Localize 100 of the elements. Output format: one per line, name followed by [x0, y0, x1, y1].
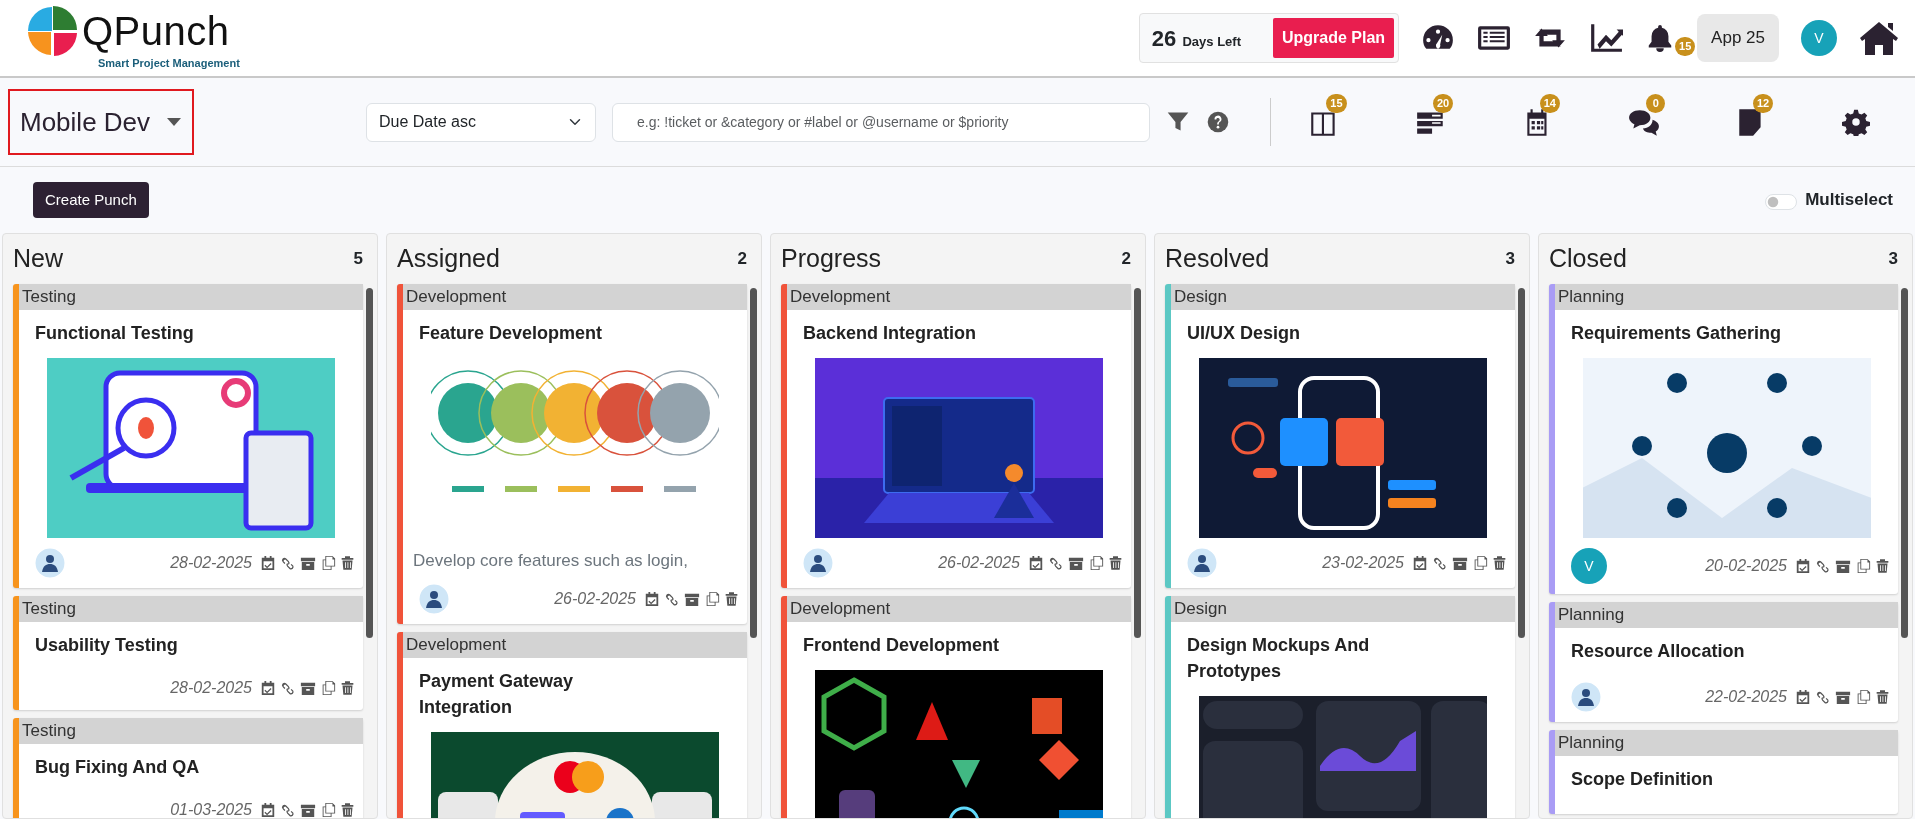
due-date: 20-02-2025 — [1705, 556, 1787, 577]
trash-icon[interactable] — [340, 802, 355, 818]
column-count: 2 — [737, 248, 747, 271]
card-title: Payment Gateway Integration — [418, 669, 575, 719]
logo-icon — [26, 4, 78, 57]
project-dropdown[interactable]: Mobile Dev — [8, 89, 194, 155]
card-title: UI/UX Design — [1186, 322, 1302, 345]
task-card[interactable]: Design UI/UX Design 23-02-2025 — [1165, 284, 1515, 589]
create-punch-button[interactable]: Create Punch — [33, 182, 149, 218]
copy-icon[interactable] — [1472, 555, 1488, 572]
due-date: 26-02-2025 — [938, 553, 1020, 574]
task-card[interactable]: Development Backend Integration 26-02-2025 — [781, 284, 1131, 589]
archive-icon[interactable] — [1835, 558, 1851, 575]
link-icon[interactable] — [280, 802, 296, 818]
task-card[interactable]: Development Payment Gateway Integration — [397, 631, 747, 818]
trash-icon[interactable] — [1875, 558, 1890, 575]
link-icon[interactable] — [280, 555, 296, 572]
category-label: Testing — [19, 718, 363, 745]
category-label: Design — [1171, 596, 1515, 623]
archive-icon[interactable] — [300, 555, 316, 572]
archive-icon[interactable] — [1068, 555, 1084, 572]
archive-icon[interactable] — [1835, 689, 1851, 706]
home-icon[interactable] — [1859, 19, 1899, 57]
copy-icon[interactable] — [320, 802, 336, 818]
copy-icon[interactable] — [320, 555, 336, 572]
column-count: 3 — [1888, 248, 1898, 271]
copy-icon[interactable] — [1855, 558, 1871, 575]
category-label: Development — [403, 631, 747, 658]
task-card[interactable]: Testing Bug Fixing And QA 01-03-2025 — [13, 718, 363, 818]
count-badge: 14 — [1539, 94, 1560, 113]
card-title: Resource Allocation — [1570, 640, 1746, 664]
card-title: Frontend Development — [802, 634, 1000, 658]
calendar-check-icon[interactable] — [1412, 555, 1428, 572]
task-card[interactable]: Development Frontend Development — [781, 596, 1131, 818]
link-icon[interactable] — [1432, 555, 1448, 572]
copy-icon[interactable] — [1855, 689, 1871, 706]
trash-icon[interactable] — [340, 680, 355, 697]
task-card[interactable]: Design Design Mockups And Prototypes — [1165, 596, 1515, 818]
task-card[interactable]: Testing Usability Testing 28-02-2025 — [13, 596, 363, 711]
count-badge: 15 — [1675, 37, 1696, 56]
app-button[interactable]: App 25 — [1697, 14, 1779, 62]
archive-icon[interactable] — [300, 680, 316, 697]
chart-icon[interactable] — [1589, 21, 1624, 55]
avatar — [35, 548, 65, 579]
card-title: Backend Integration — [802, 322, 978, 345]
column-title: Closed — [1549, 243, 1627, 275]
calendar-check-icon[interactable] — [1028, 555, 1044, 572]
help-icon[interactable] — [1206, 110, 1230, 134]
calendar-check-icon[interactable] — [644, 590, 660, 607]
category-label: Design — [1171, 284, 1515, 310]
due-date: 28-02-2025 — [170, 678, 252, 699]
avatar: V — [1571, 548, 1607, 585]
card-title: Requirements Gathering — [1570, 322, 1783, 345]
trash-icon[interactable] — [724, 590, 739, 607]
due-date: 26-02-2025 — [554, 588, 636, 609]
calendar-check-icon[interactable] — [260, 802, 276, 818]
toggle-switch[interactable] — [1765, 194, 1798, 210]
due-date: 28-02-2025 — [170, 553, 252, 574]
trash-icon[interactable] — [1875, 689, 1890, 706]
card-title: Bug Fixing And QA — [34, 756, 201, 780]
sort-select[interactable]: Due Date asc — [366, 102, 596, 142]
link-icon[interactable] — [280, 680, 296, 697]
copy-icon[interactable] — [320, 680, 336, 697]
count-badge: 15 — [1326, 94, 1347, 113]
task-card[interactable]: Planning Resource Allocation 22-02-2025 — [1549, 602, 1898, 723]
calendar-check-icon[interactable] — [1795, 689, 1811, 706]
search-field[interactable]: e.g: !ticket or &category or #label or @username or $priority — [612, 102, 1150, 142]
column-count: 3 — [1505, 248, 1515, 271]
link-icon[interactable] — [1048, 555, 1064, 572]
trash-icon[interactable] — [1108, 555, 1123, 572]
trash-icon[interactable] — [340, 555, 355, 572]
card-title: Scope Definition — [1570, 768, 1714, 792]
copy-icon[interactable] — [704, 590, 720, 607]
column-title: Assigned — [397, 243, 500, 275]
archive-icon[interactable] — [1452, 555, 1468, 572]
card-description: Develop core features such as login, — [412, 550, 689, 573]
archive-icon[interactable] — [300, 802, 316, 818]
task-card[interactable]: Testing Functional Testing 28-02-2025 — [13, 284, 363, 589]
category-label: Planning — [1555, 730, 1898, 757]
days-left: 26 Days Left — [1150, 24, 1242, 53]
task-card[interactable]: Planning Requirements Gathering V 20-02-2025 — [1549, 284, 1898, 595]
task-card[interactable]: Development Feature Development Develop core features such as login, 26-02-2025 — [397, 284, 747, 624]
link-icon[interactable] — [1815, 558, 1831, 575]
column-count: 5 — [353, 248, 363, 271]
copy-icon[interactable] — [1088, 555, 1104, 572]
task-card[interactable]: Planning Scope Definition — [1549, 730, 1898, 815]
settings-icon[interactable] — [1841, 108, 1870, 136]
calendar-check-icon[interactable] — [260, 555, 276, 572]
category-label: Testing — [19, 596, 363, 623]
multiselect-label: Multiselect — [1805, 189, 1893, 212]
link-icon[interactable] — [1815, 689, 1831, 706]
category-label: Development — [787, 596, 1131, 623]
avatar — [419, 583, 449, 614]
card-title: Functional Testing — [34, 322, 195, 345]
card-title: Design Mockups And Prototypes — [1186, 634, 1371, 684]
calendar-check-icon[interactable] — [1795, 558, 1811, 575]
calendar-check-icon[interactable] — [260, 680, 276, 697]
upgrade-button[interactable]: Upgrade Plan — [1272, 18, 1395, 58]
filter-icon[interactable] — [1166, 110, 1190, 134]
trash-icon[interactable] — [1492, 555, 1507, 572]
